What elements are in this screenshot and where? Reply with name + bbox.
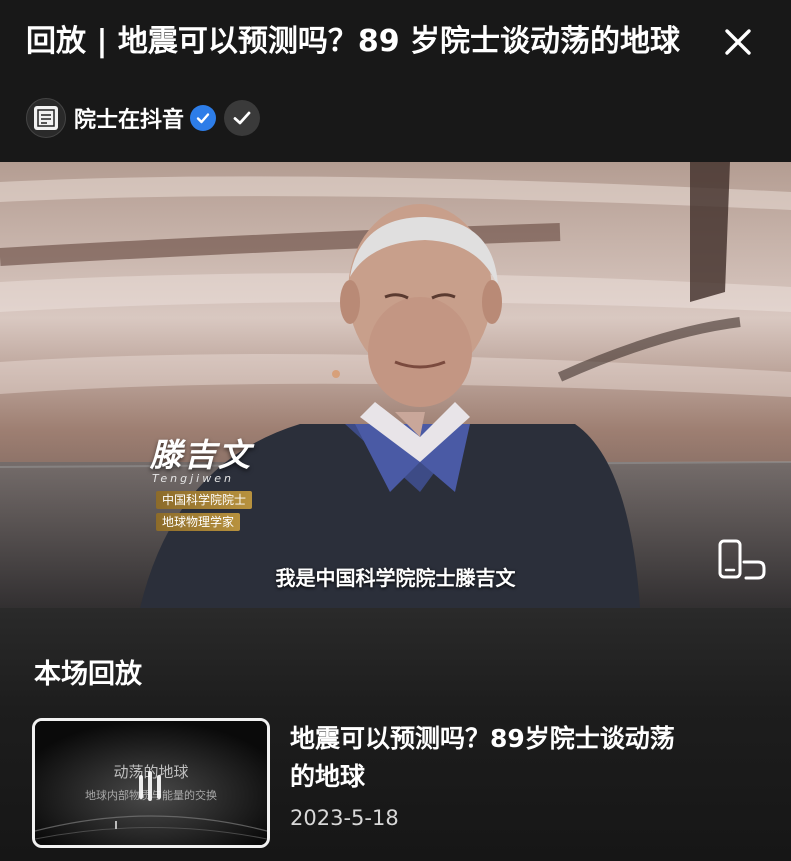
replay-section: 本场回放 动荡的地球 地球内部物质与能量的交换 地震可以预测吗 <box>0 608 791 861</box>
rotate-screen-button[interactable] <box>714 538 770 582</box>
avatar[interactable] <box>26 98 66 138</box>
video-player[interactable]: 滕吉文 Tengjiwen 中国科学院院士 地球物理学家 我是中国科学院院士滕吉… <box>0 162 791 608</box>
page-title: 回放 | 地震可以预测吗？89 岁院士谈动荡的地球 <box>26 24 681 59</box>
follow-button[interactable] <box>224 100 261 136</box>
replay-item[interactable]: 动荡的地球 地球内部物质与能量的交换 地震可以预测吗？89岁院士谈动荡的地球 2… <box>32 718 732 858</box>
header: 回放 | 地震可以预测吗？89 岁院士谈动荡的地球 院士在抖音 <box>0 0 791 162</box>
speaker-field-tag: 地球物理学家 <box>156 513 241 531</box>
close-button[interactable] <box>716 22 760 62</box>
speaker-pinyin: Tengjiwen <box>152 472 234 485</box>
replay-thumbnail[interactable]: 动荡的地球 地球内部物质与能量的交换 <box>32 718 270 848</box>
rotate-screen-icon <box>718 539 766 580</box>
replay-heading: 本场回放 <box>34 659 142 690</box>
replay-item-title[interactable]: 地震可以预测吗？89岁院士谈动荡的地球 <box>290 720 690 796</box>
playing-indicator-icon <box>139 771 161 801</box>
speaker-title-tag: 中国科学院院士 <box>156 491 253 509</box>
channel-logo-icon <box>34 106 58 130</box>
speaker-name-tag: 滕吉文 Tengjiwen 中国科学院院士 地球物理学家 <box>150 436 253 531</box>
close-icon <box>725 29 751 55</box>
speaker-name: 滕吉文 <box>150 436 253 474</box>
channel-row: 院士在抖音 <box>26 96 261 140</box>
video-frame <box>0 162 791 608</box>
replay-item-date: 2023-5-18 <box>290 806 399 830</box>
checkmark-icon <box>233 111 251 125</box>
verified-badge-icon <box>190 105 217 131</box>
video-subtitle: 我是中国科学院院士滕吉文 <box>275 566 516 590</box>
channel-name[interactable]: 院士在抖音 <box>74 102 184 134</box>
